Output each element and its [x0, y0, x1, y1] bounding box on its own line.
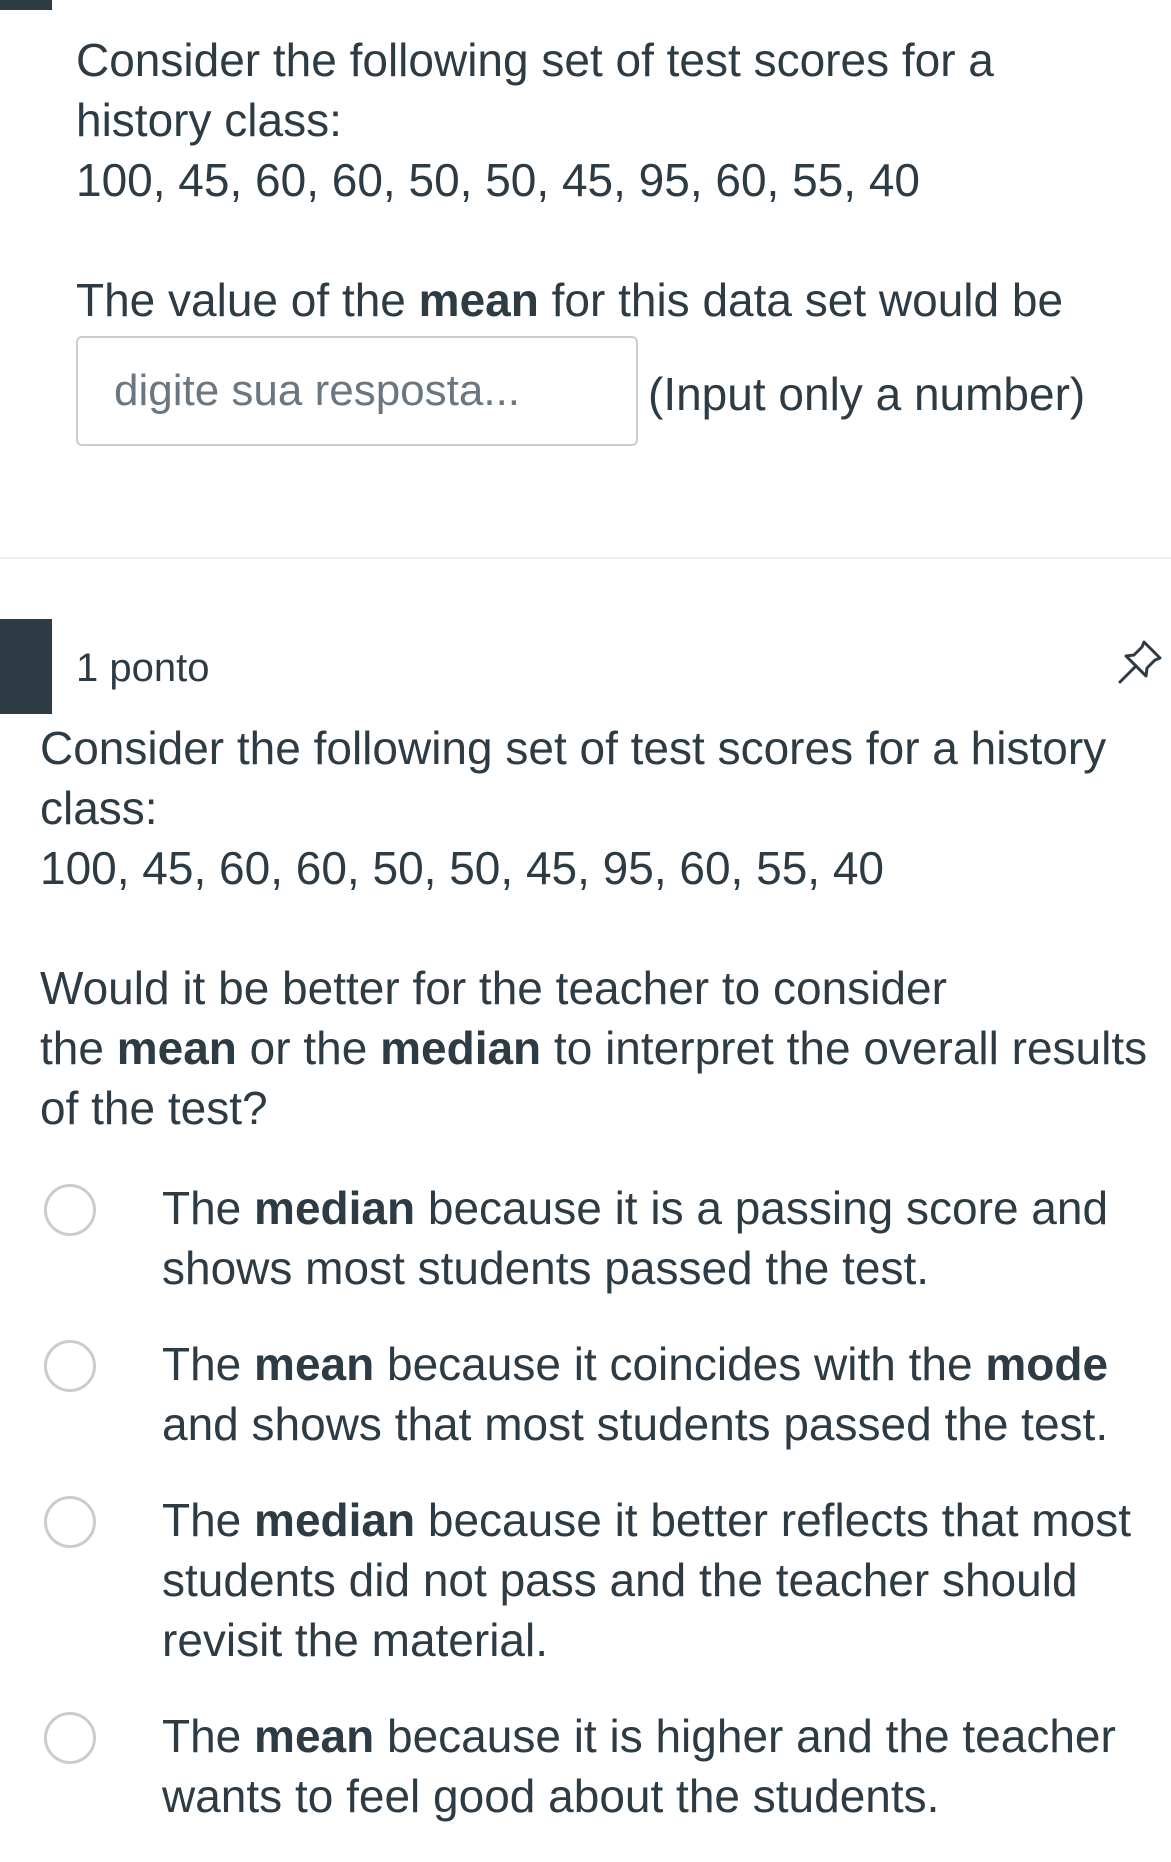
prompt-text: or the	[236, 1022, 381, 1074]
radio-button[interactable]	[44, 1496, 96, 1548]
question-2: Consider the following set of test score…	[40, 718, 1171, 1862]
option-bold: mean	[254, 1710, 375, 1762]
option-text: The	[162, 1182, 255, 1234]
option-text: because it coincides with the	[374, 1338, 986, 1390]
answer-input[interactable]	[76, 336, 638, 446]
question-2-intro: Consider the following set of test score…	[40, 722, 1107, 774]
option-label: The median because it better reflects th…	[162, 1490, 1162, 1670]
option-label: The mean because it is higher and the te…	[162, 1706, 1162, 1826]
question-1: Consider the following set of test score…	[76, 30, 1136, 446]
prompt-text: for this data set would be	[538, 274, 1064, 326]
option-bold: median	[254, 1494, 416, 1546]
prompt-line: Would it be better for the teacher to co…	[40, 962, 947, 1014]
question-2-scores: 100, 45, 60, 60, 50, 50, 45, 95, 60, 55,…	[40, 842, 885, 894]
question-2-prompt: Would it be better for the teacher to co…	[40, 958, 1171, 1138]
prompt-bold-mean: mean	[418, 274, 539, 326]
prompt-bold-mean: mean	[116, 1022, 237, 1074]
question-1-scores: 100, 45, 60, 60, 50, 50, 45, 95, 60, 55,…	[76, 154, 921, 206]
question-marker	[0, 619, 52, 714]
option-text: and shows that most students passed the …	[162, 1398, 1109, 1450]
answer-options: The median because it is a passing score…	[40, 1178, 1171, 1826]
radio-button[interactable]	[44, 1712, 96, 1764]
prompt-text: to interpret the overall results	[541, 1022, 1148, 1074]
question-1-prompt: The value of the mean for this data set …	[76, 270, 1136, 330]
prompt-text: the	[40, 1022, 117, 1074]
prompt-bold-median: median	[380, 1022, 542, 1074]
option-label: The mean because it coincides with the m…	[162, 1334, 1162, 1454]
question-divider	[0, 557, 1171, 559]
answer-option[interactable]: The median because it is a passing score…	[40, 1178, 1171, 1298]
option-bold: mode	[985, 1338, 1109, 1390]
answer-row: (Input only a number)	[76, 336, 1136, 446]
prompt-line: of the test?	[40, 1082, 268, 1134]
option-text: The	[162, 1710, 255, 1762]
answer-hint: (Input only a number)	[648, 368, 1086, 420]
question-1-intro: Consider the following set of test score…	[76, 34, 994, 86]
prompt-text: The value of the	[76, 274, 419, 326]
question-marker	[0, 0, 52, 10]
option-text: The	[162, 1338, 255, 1390]
radio-button[interactable]	[44, 1184, 96, 1236]
question-2-intro-cont: class:	[40, 782, 158, 834]
pin-icon[interactable]	[1114, 636, 1166, 688]
option-label: The median because it is a passing score…	[162, 1178, 1162, 1298]
answer-option[interactable]: The mean because it is higher and the te…	[40, 1706, 1171, 1826]
option-bold: mean	[254, 1338, 375, 1390]
points-label: 1 ponto	[76, 646, 210, 690]
answer-option[interactable]: The mean because it coincides with the m…	[40, 1334, 1171, 1454]
option-bold: median	[254, 1182, 416, 1234]
radio-button[interactable]	[44, 1340, 96, 1392]
question-1-intro-cont: history class:	[76, 94, 342, 146]
prompt-line: the mean or the median to interpret the …	[40, 1018, 1171, 1078]
option-text: The	[162, 1494, 255, 1546]
answer-option[interactable]: The median because it better reflects th…	[40, 1490, 1171, 1670]
